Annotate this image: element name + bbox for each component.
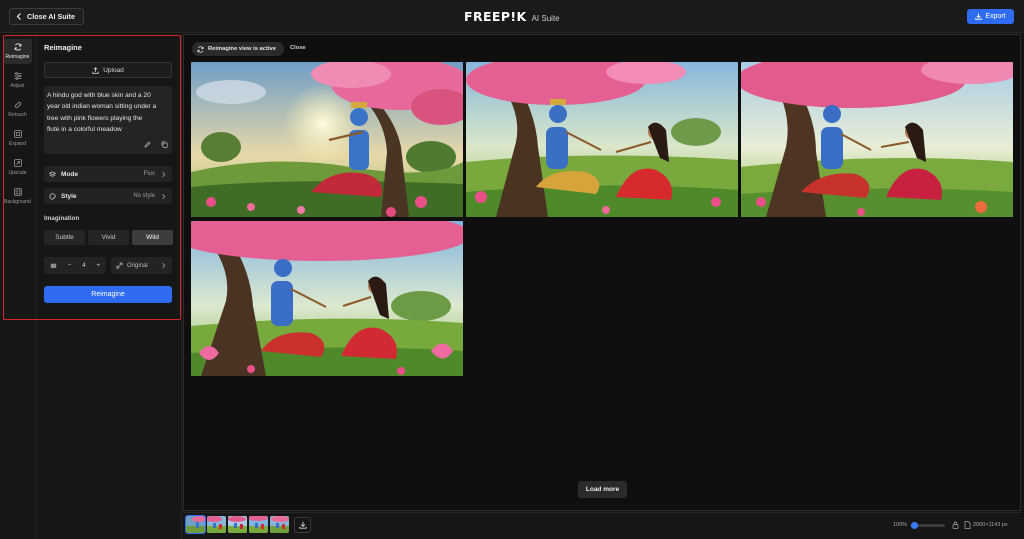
chevron-right-icon	[162, 171, 166, 177]
close-ai-suite-button[interactable]: Close AI Suite	[9, 8, 85, 25]
prompt-line: year old indian woman sitting under a	[47, 103, 157, 111]
decrement-button[interactable]: −	[68, 262, 72, 269]
background-icon	[13, 188, 22, 196]
palette-icon	[49, 192, 56, 200]
tool-rail: Reimagine Adjust Retouch Expand Upscale …	[0, 34, 37, 539]
logo-wordmark: FREEP!K	[464, 9, 527, 24]
rail-label: Adjust	[10, 83, 25, 89]
rail-item-background[interactable]: Background	[3, 184, 32, 209]
logo-subtitle: AI Suite	[531, 14, 560, 23]
bandage-icon	[14, 101, 21, 109]
prompt-line: A hindu god with blue skin and a 20	[47, 92, 151, 99]
result-image-3[interactable]	[741, 62, 1013, 217]
prompt-text: A hindu god with blue skin and a 20 year…	[47, 90, 171, 135]
upload-button[interactable]: Upload	[44, 62, 172, 78]
mode-value: Flux	[143, 171, 155, 177]
imagination-label: Imagination	[44, 215, 80, 222]
export-button[interactable]: Export	[967, 9, 1014, 24]
image-size: 2000×1143 px	[973, 522, 1008, 528]
close-ai-suite-label: Close AI Suite	[27, 12, 76, 21]
rail-item-adjust[interactable]: Adjust	[3, 68, 32, 93]
imagination-vivid[interactable]: Vivid	[88, 230, 129, 245]
image-count-value: 4	[82, 262, 86, 269]
copy-icon[interactable]	[161, 141, 168, 148]
lock-icon[interactable]	[952, 521, 959, 529]
freepik-logo: FREEP!K AI Suite	[464, 9, 560, 24]
mode-select[interactable]: Mode Flux	[44, 166, 172, 182]
resize-icon	[116, 262, 123, 269]
image-count-stepper: − 4 +	[44, 257, 106, 274]
sliders-icon	[14, 72, 21, 80]
result-image-2[interactable]	[466, 62, 738, 217]
upload-label: Upload	[103, 66, 124, 74]
history-thumb-5[interactable]	[270, 516, 289, 533]
imagination-subtle[interactable]: Subtle	[44, 230, 85, 245]
download-icon	[975, 13, 983, 20]
layers-icon	[49, 170, 56, 177]
reimagine-panel: Reimagine Upload A hindu god with blue s…	[38, 34, 182, 539]
pencil-icon[interactable]	[144, 141, 151, 148]
bottom-toolbar: 100% 2000×1143 px	[183, 512, 1021, 539]
result-image-4[interactable]	[191, 221, 463, 376]
panel-title: Reimagine	[44, 43, 82, 52]
rail-item-upscale[interactable]: Upscale	[3, 155, 32, 180]
chevron-right-icon	[162, 262, 166, 269]
active-pill-label: Reimagine view is active	[208, 46, 276, 52]
style-select[interactable]: Style No style	[44, 188, 172, 204]
reimagine-active-pill: Reimagine view is active	[192, 42, 284, 56]
load-more-button[interactable]: Load more	[578, 481, 627, 498]
export-label: Export	[985, 13, 1006, 20]
history-thumb-3[interactable]	[228, 516, 247, 533]
rail-item-expand[interactable]: Expand	[3, 126, 32, 151]
imagination-wild[interactable]: Wild	[132, 230, 173, 245]
rail-item-reimagine[interactable]: Reimagine	[3, 39, 32, 64]
refresh-icon	[197, 45, 204, 53]
upscale-icon	[13, 159, 22, 167]
history-thumb-1[interactable]	[185, 515, 206, 534]
close-view-button[interactable]: Close	[290, 45, 306, 51]
chevron-left-icon	[16, 13, 21, 20]
prompt-actions	[144, 141, 168, 148]
chevron-right-icon	[162, 193, 166, 199]
rail-label: Reimagine	[5, 54, 30, 60]
images-icon	[50, 263, 57, 268]
file-icon	[964, 521, 971, 529]
upload-icon	[92, 66, 99, 74]
history-thumb-4[interactable]	[249, 516, 268, 533]
download-button[interactable]	[294, 517, 311, 533]
reimagine-button[interactable]: Reimagine	[44, 286, 172, 303]
top-bar: Close AI Suite FREEP!K AI Suite Export	[0, 0, 1024, 33]
download-icon	[298, 521, 307, 529]
increment-button[interactable]: +	[96, 262, 100, 269]
mode-label: Mode	[61, 170, 78, 178]
aspect-ratio-select[interactable]: Original	[111, 257, 172, 274]
results-view: Reimagine view is active Close Load more	[183, 34, 1021, 511]
style-label: Style	[61, 192, 77, 200]
rail-label: Background	[4, 199, 31, 205]
zoom-slider[interactable]	[910, 522, 945, 529]
rail-item-retouch[interactable]: Retouch	[3, 97, 32, 122]
prompt-textarea[interactable]: A hindu god with blue skin and a 20 year…	[44, 86, 172, 154]
refresh-icon	[14, 43, 21, 51]
result-image-1[interactable]	[191, 62, 463, 217]
aspect-ratio-value: Original	[127, 262, 148, 269]
rail-label: Upscale	[8, 170, 27, 176]
prompt-line: tree with pink flowers playing the	[47, 114, 143, 122]
zoom-level: 100%	[893, 522, 908, 528]
style-value: No style	[133, 193, 155, 199]
rail-label: Expand	[9, 141, 26, 147]
zoom-slider-knob[interactable]	[910, 522, 918, 529]
rail-label: Retouch	[8, 112, 27, 118]
expand-icon	[13, 130, 22, 138]
history-thumb-2[interactable]	[207, 516, 226, 533]
prompt-line: flute in a colorful meadow	[47, 125, 122, 133]
